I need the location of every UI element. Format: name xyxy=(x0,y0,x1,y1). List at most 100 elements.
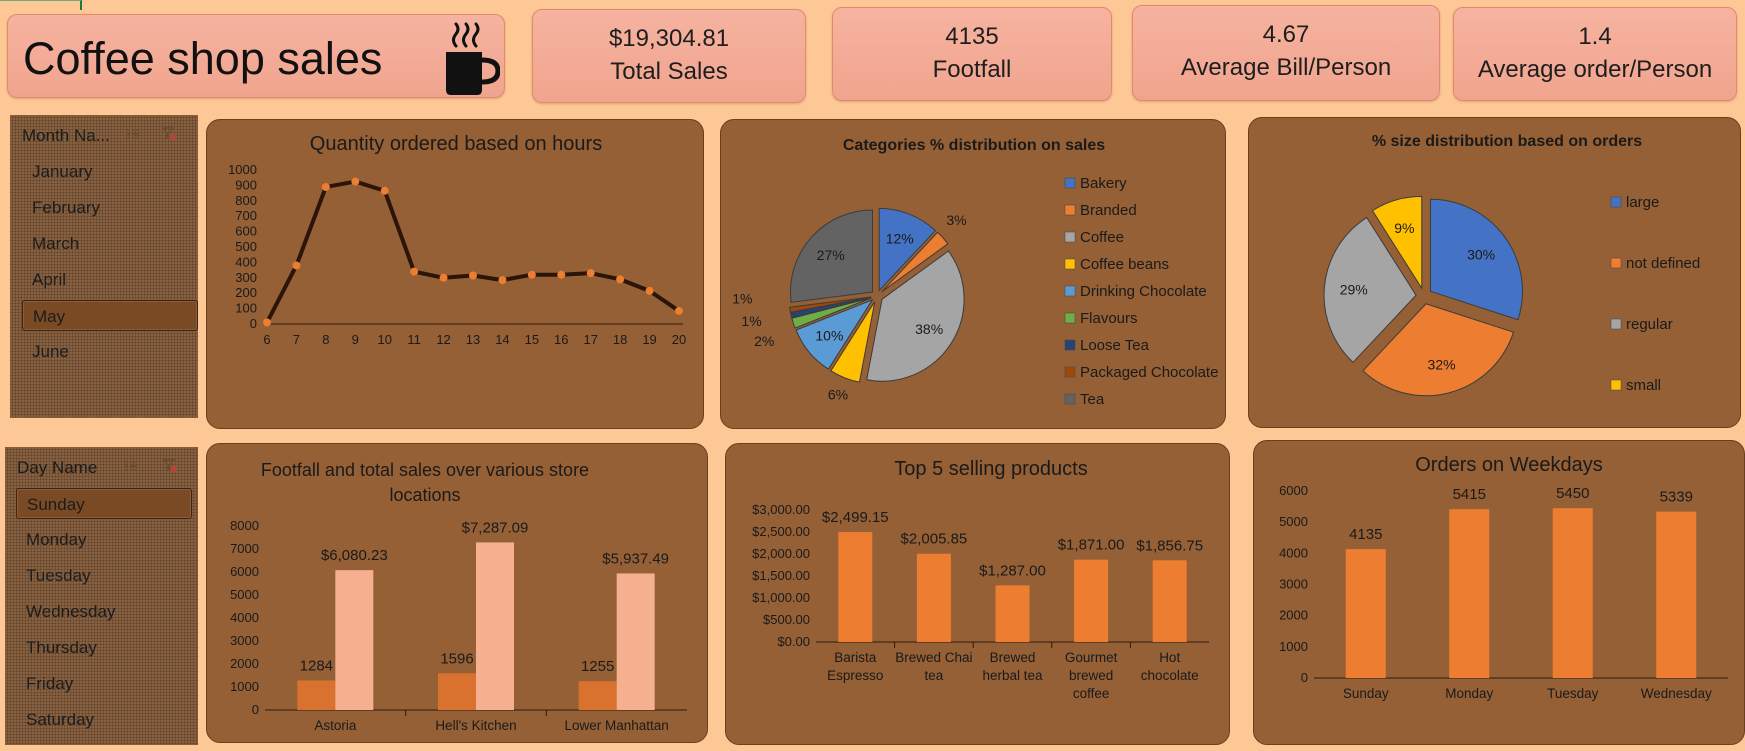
kpi-value: $19,304.81 xyxy=(608,25,730,52)
y-tick-label: 1000 xyxy=(228,162,257,177)
data-point xyxy=(586,269,595,278)
coffee-cup-icon xyxy=(446,22,500,95)
slicer-item-march[interactable]: March xyxy=(22,228,198,259)
slicer-item-saturday[interactable]: Saturday xyxy=(16,704,192,735)
x-tick-label: 10 xyxy=(377,332,391,347)
y-tick-label: 200 xyxy=(235,285,257,300)
x-tick-label: 6 xyxy=(263,332,270,347)
y-tick-label: 3000 xyxy=(1279,577,1308,592)
x-tick-label: Gourmet xyxy=(1065,650,1118,665)
dashboard-title: Coffee shop sales xyxy=(23,33,383,84)
data-point xyxy=(498,276,507,285)
data-label: 12% xyxy=(886,231,914,247)
legend-label: Coffee beans xyxy=(1080,256,1169,273)
x-tick-label: 19 xyxy=(642,332,656,347)
legend-label: Coffee xyxy=(1080,229,1124,246)
y-tick-label: 0 xyxy=(250,316,257,331)
data-label: 6% xyxy=(828,387,848,403)
y-tick-label: $3,000.00 xyxy=(752,502,810,517)
legend-label: Loose Tea xyxy=(1080,337,1150,354)
slicer-item-sunday[interactable]: Sunday xyxy=(16,488,192,519)
y-tick-label: 900 xyxy=(235,177,257,192)
series-line xyxy=(265,179,681,324)
x-tick-label: Astoria xyxy=(314,718,357,733)
bar xyxy=(1074,559,1109,642)
slicer-item-may[interactable]: May xyxy=(22,300,198,331)
x-tick-label: 12 xyxy=(436,332,450,347)
data-label: 38% xyxy=(915,321,943,337)
legend-swatch xyxy=(1610,379,1622,391)
chart-title: Orders on Weekdays xyxy=(1415,454,1603,476)
y-tick-label: 0 xyxy=(252,702,259,717)
y-tick-label: 800 xyxy=(235,193,257,208)
multi-select-icon[interactable] xyxy=(124,459,138,473)
day-slicer-header: Day Name xyxy=(17,458,98,477)
y-tick-label: 6000 xyxy=(230,564,259,579)
legend-swatch xyxy=(1064,204,1076,216)
y-tick-label: 4000 xyxy=(1279,545,1308,560)
x-tick-label: 15 xyxy=(525,332,539,347)
x-tick-label: Lower Manhattan xyxy=(565,718,669,733)
x-tick-label: 16 xyxy=(554,332,568,347)
dashboard-title-box: Coffee shop sales xyxy=(7,14,505,98)
y-tick-label: 6000 xyxy=(1279,483,1308,498)
legend-swatch xyxy=(1610,257,1622,269)
x-tick-label: 7 xyxy=(293,332,300,347)
clear-filter-icon[interactable] xyxy=(162,127,176,141)
kpi-label: Footfall xyxy=(932,56,1012,83)
legend-label: Packaged Chocolate xyxy=(1080,364,1218,381)
chart-title: locations xyxy=(389,485,460,505)
bar xyxy=(297,680,336,710)
bar xyxy=(578,681,617,710)
x-tick-label: Monday xyxy=(1445,686,1493,701)
cell-cursor-line xyxy=(0,0,81,1)
x-tick-label: 17 xyxy=(583,332,597,347)
y-tick-label: 700 xyxy=(235,208,257,223)
kpi-value: 4135 xyxy=(945,23,999,50)
x-tick-label: 14 xyxy=(495,332,509,347)
y-tick-label: 1000 xyxy=(1279,639,1308,654)
bar xyxy=(1552,508,1593,678)
slicer-item-january[interactable]: January xyxy=(22,156,198,187)
bar xyxy=(438,673,476,710)
x-tick-label: chocolate xyxy=(1141,668,1199,683)
x-tick-label: Brewed Chai xyxy=(895,650,972,665)
y-tick-label: $1,500.00 xyxy=(752,568,810,583)
slicer-item-february[interactable]: February xyxy=(22,192,198,223)
legend-swatch xyxy=(1064,231,1076,243)
slicer-item-tuesday[interactable]: Tuesday xyxy=(16,560,192,591)
legend-label: not defined xyxy=(1626,255,1700,272)
slicer-item-monday[interactable]: Monday xyxy=(16,524,192,555)
legend-swatch xyxy=(1610,196,1622,208)
slicer-item-wednesday[interactable]: Wednesday xyxy=(16,596,192,627)
multi-select-icon[interactable] xyxy=(126,127,140,141)
data-label: $2,005.85 xyxy=(901,531,968,548)
bar xyxy=(1345,549,1386,678)
chart-title: Footfall and total sales over various st… xyxy=(261,460,589,480)
bar xyxy=(1656,511,1697,678)
data-point xyxy=(439,273,448,282)
clear-filter-icon[interactable] xyxy=(163,459,177,473)
slicer-item-june[interactable]: June xyxy=(22,336,198,367)
legend-label: Branded xyxy=(1080,202,1137,219)
data-label: $1,287.00 xyxy=(979,562,1046,579)
slicer-item-april[interactable]: April xyxy=(22,264,198,295)
y-tick-label: $0.00 xyxy=(777,634,810,649)
day-slicer[interactable]: Day Name Sunday Monday Tuesday Wednesday… xyxy=(5,447,198,745)
bar xyxy=(1449,509,1490,678)
data-label: $1,856.75 xyxy=(1136,537,1203,554)
data-label: 30% xyxy=(1467,247,1495,263)
data-point xyxy=(557,270,566,279)
legend-swatch xyxy=(1064,177,1076,189)
data-label: 1284 xyxy=(300,657,333,674)
slicer-item-friday[interactable]: Friday xyxy=(16,668,192,699)
bar xyxy=(1152,560,1187,642)
x-tick-label: 13 xyxy=(466,332,480,347)
month-slicer[interactable]: Month Na... January February March April… xyxy=(10,115,198,418)
legend-swatch xyxy=(1064,258,1076,270)
y-tick-label: 400 xyxy=(235,254,257,269)
legend-swatch xyxy=(1064,339,1076,351)
slicer-item-thursday[interactable]: Thursday xyxy=(16,632,192,663)
y-tick-label: 3000 xyxy=(230,633,259,648)
data-point xyxy=(675,306,683,315)
